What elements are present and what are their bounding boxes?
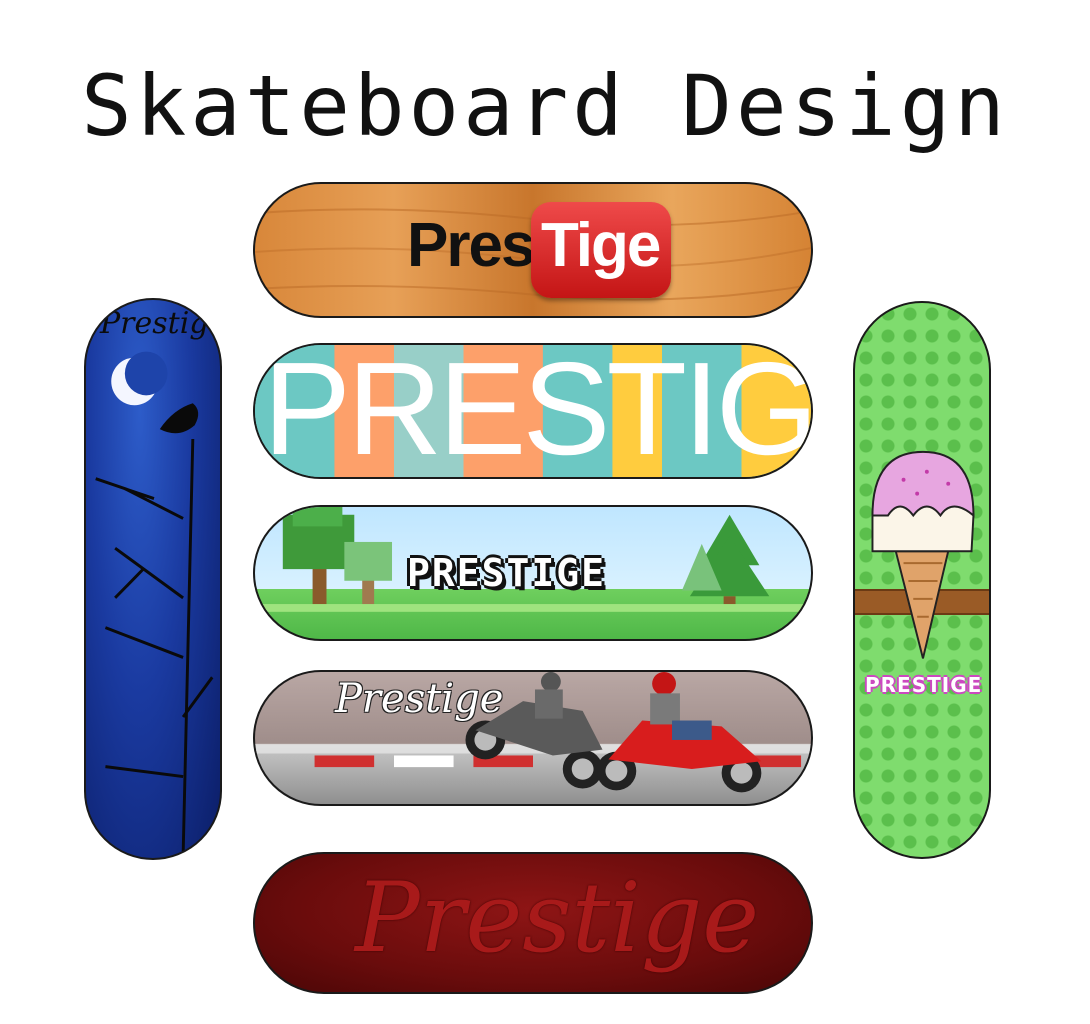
skateboard-pixel: PRESTIGE — [253, 505, 813, 641]
skateboard-wood: Pres Tige — [253, 182, 813, 318]
stripes-text: PRESTIGE — [263, 343, 813, 479]
night-scene — [95, 351, 214, 857]
wood-left-text: Pres — [407, 211, 535, 280]
icecream-icon — [871, 450, 975, 659]
skateboard-stripes: PRESTIGE — [253, 343, 813, 479]
crow-icon — [159, 403, 199, 434]
red-text: Prestige — [355, 862, 760, 974]
page-title: Skateboard Design — [81, 57, 1009, 155]
motorcycle-text: Prestige — [335, 676, 504, 722]
skateboard-motorcycle: Prestige — [253, 670, 813, 806]
skateboard-icecream: PRESTIGE — [853, 301, 991, 859]
skateboard-red: Prestige — [253, 852, 813, 994]
wood-badge-text: Tige — [541, 211, 661, 280]
skateboard-night: Prestige — [84, 298, 222, 860]
pixel-text: PRESTIGE — [407, 551, 607, 595]
icecream-text: PRESTIGE — [865, 673, 983, 697]
night-text: Prestige — [100, 306, 222, 341]
